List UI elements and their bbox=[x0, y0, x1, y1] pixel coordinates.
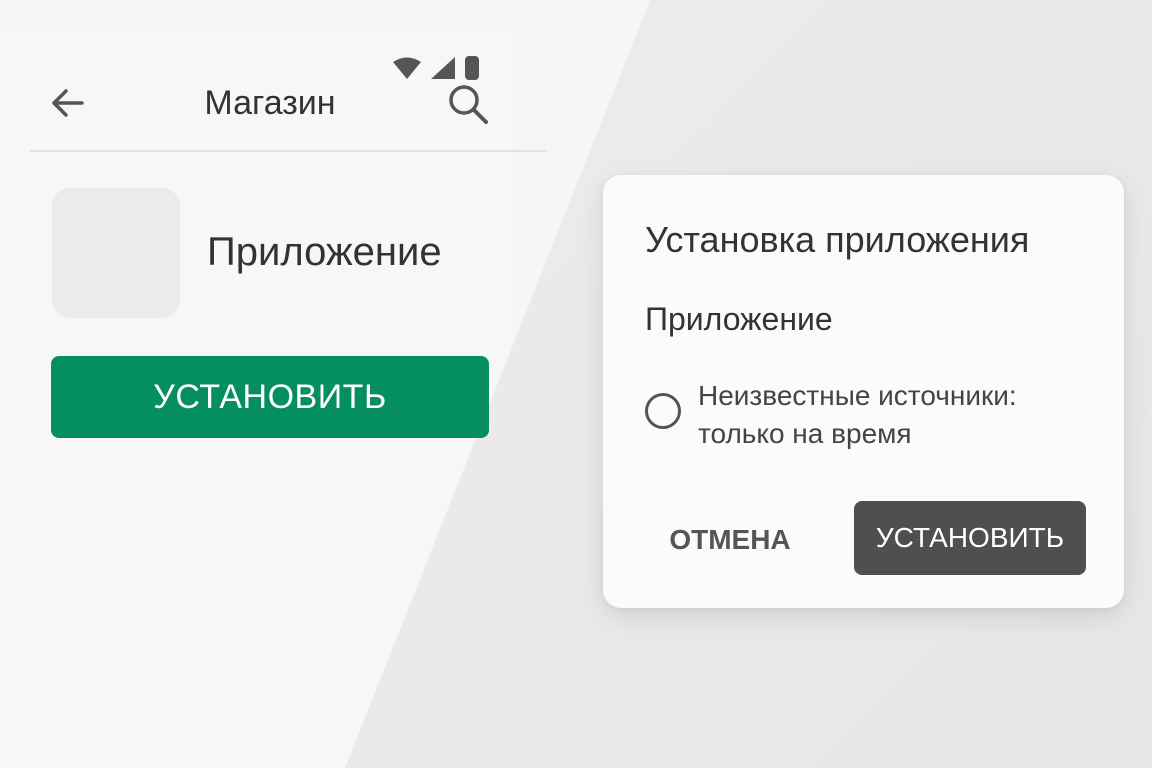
confirm-install-button[interactable]: УСТАНОВИТЬ bbox=[854, 501, 1086, 575]
dialog-app-name: Приложение bbox=[645, 301, 833, 337]
app-bar: Магазин bbox=[30, 70, 547, 150]
dialog-title: Установка приложения bbox=[645, 219, 1030, 260]
app-bar-divider bbox=[30, 150, 547, 152]
install-button[interactable]: УСТАНОВИТЬ bbox=[51, 356, 489, 438]
install-dialog: Установка приложения Приложение Неизвест… bbox=[603, 175, 1124, 608]
page-title: Магазин bbox=[204, 84, 336, 122]
unknown-sources-label: Неизвестные источники: только на время bbox=[698, 380, 1017, 449]
unknown-sources-radio[interactable] bbox=[645, 393, 681, 429]
search-icon[interactable] bbox=[446, 82, 490, 126]
arrow-back-icon[interactable] bbox=[48, 83, 88, 123]
cancel-button[interactable]: ОТМЕНА bbox=[655, 515, 805, 565]
app-icon-placeholder bbox=[52, 188, 180, 318]
app-name: Приложение bbox=[207, 230, 442, 274]
